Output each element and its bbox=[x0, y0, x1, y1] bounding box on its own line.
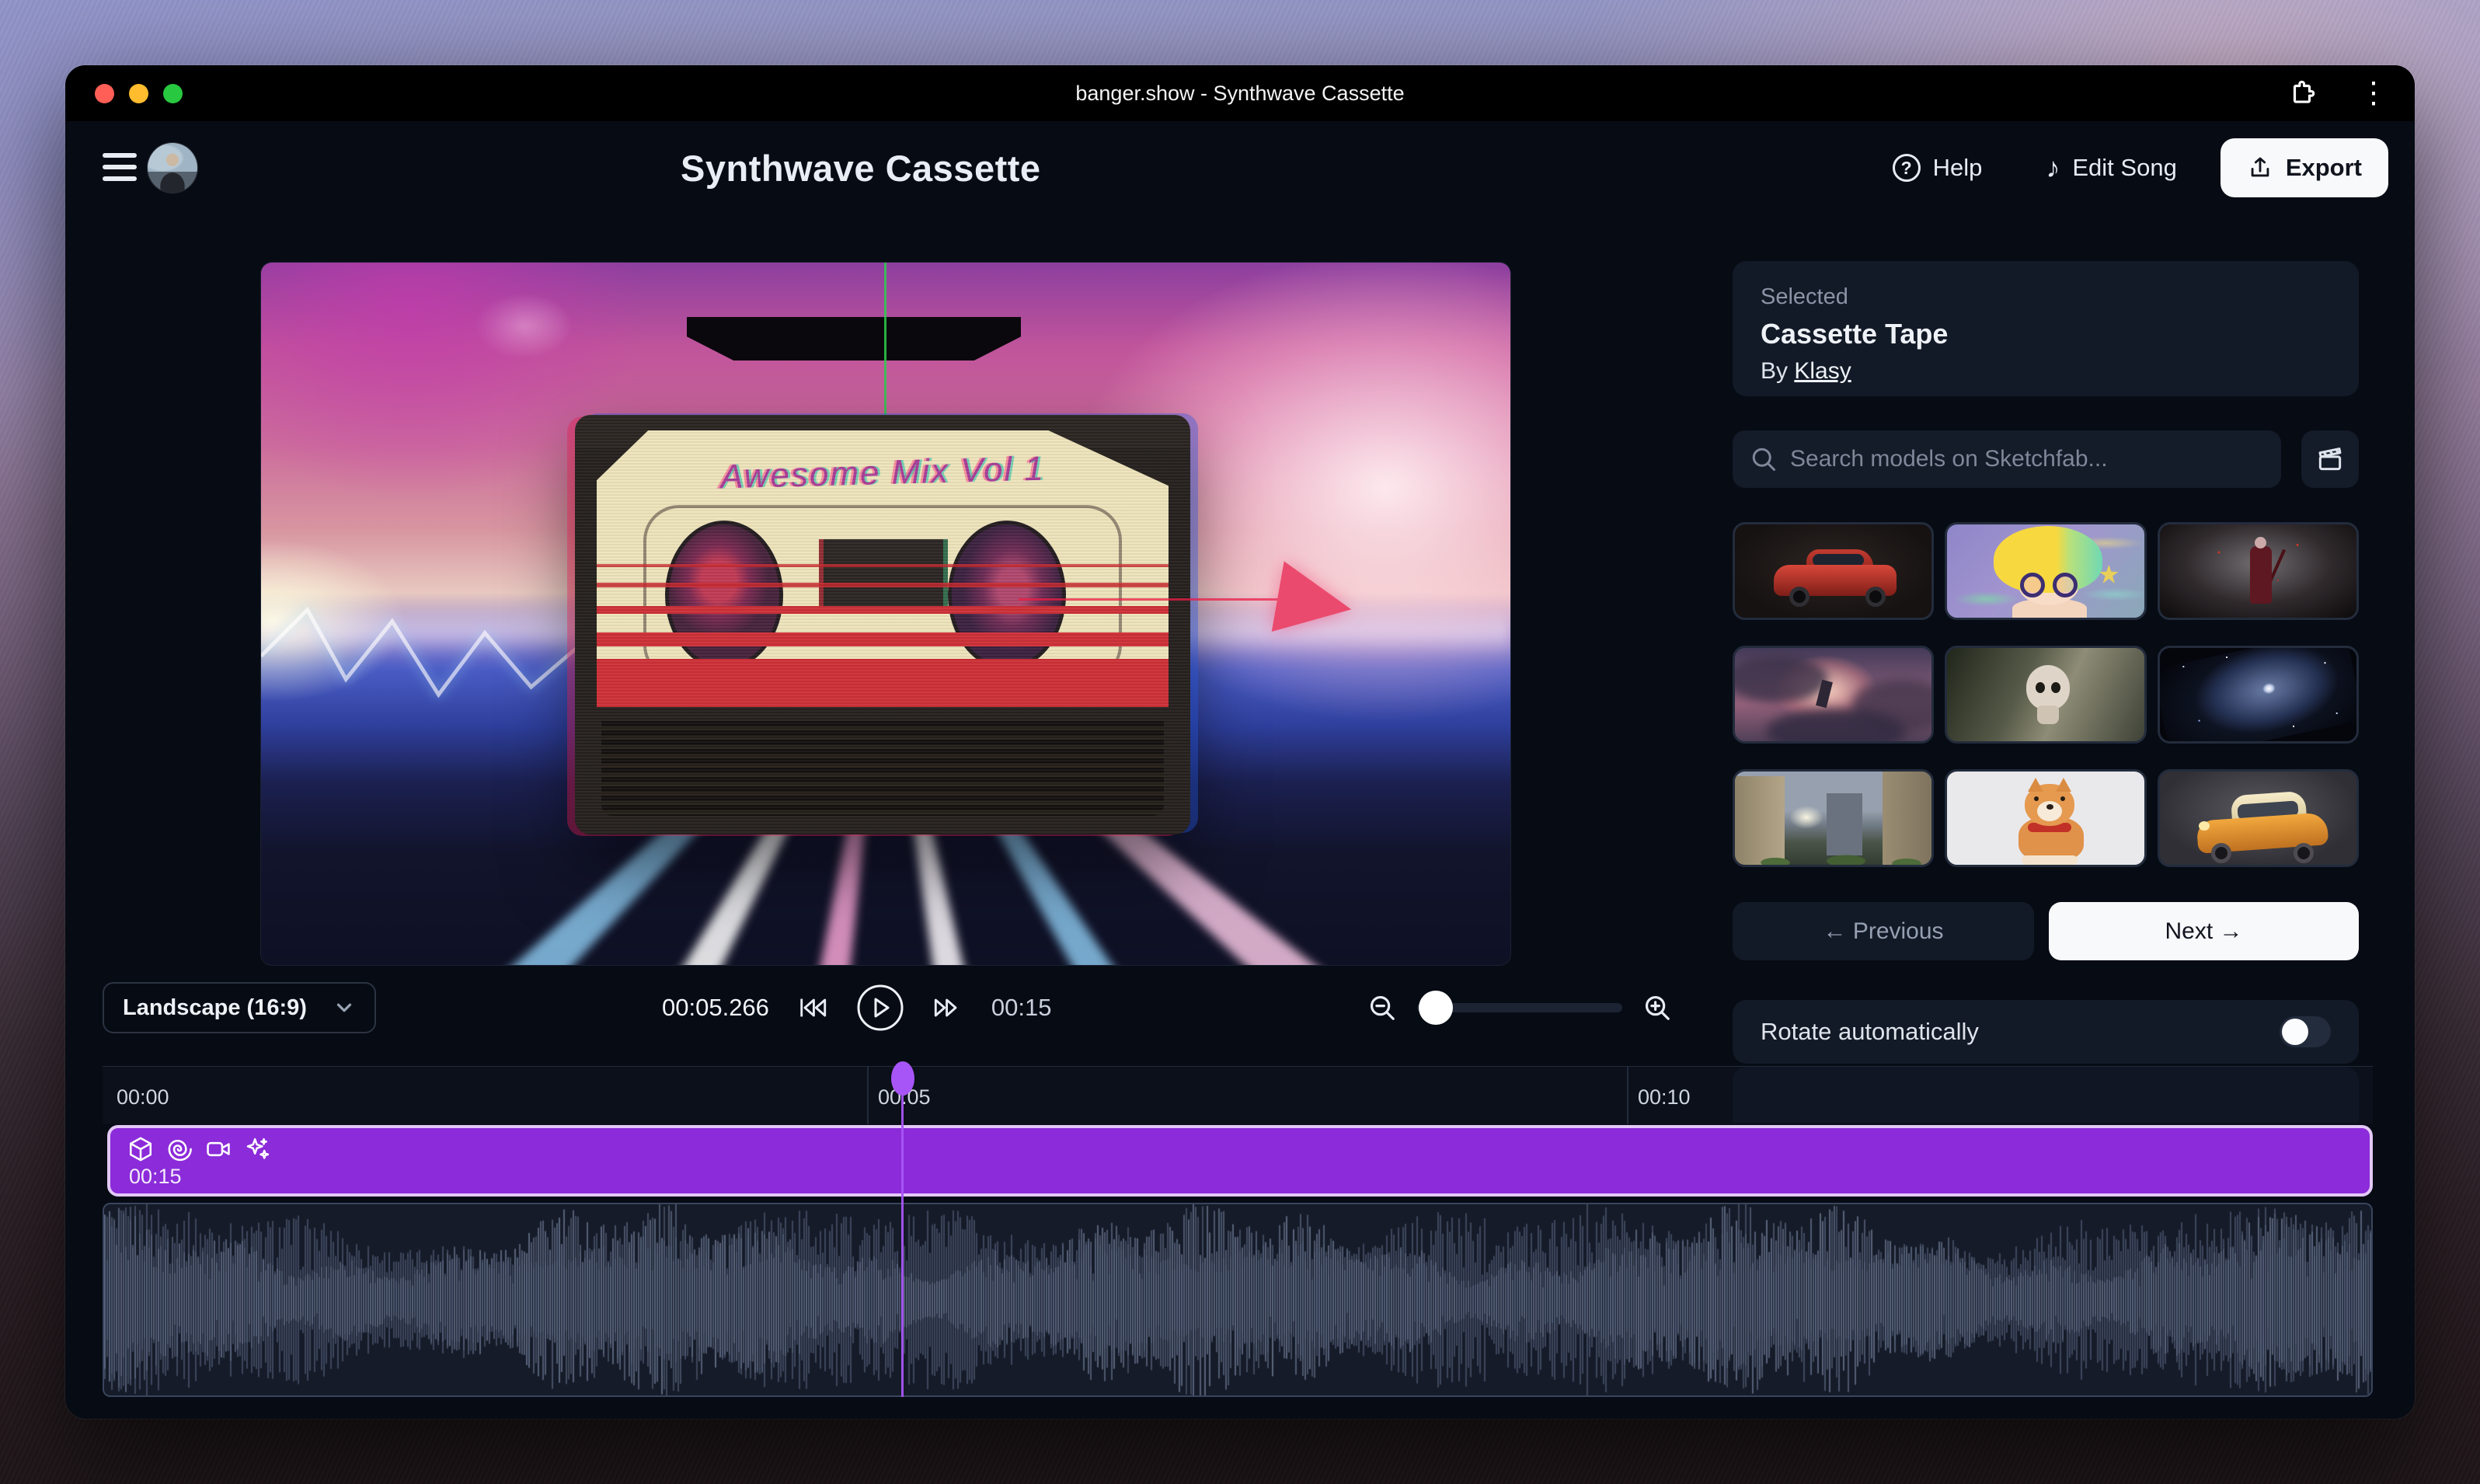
play-button[interactable] bbox=[856, 984, 904, 1032]
rewind-button[interactable] bbox=[797, 994, 828, 1022]
video-camera-icon bbox=[205, 1136, 232, 1162]
selected-label: Selected bbox=[1761, 284, 2331, 310]
ruler-tick: 00:00 bbox=[117, 1085, 169, 1110]
aspect-ratio-dropdown[interactable]: Landscape (16:9) bbox=[103, 982, 376, 1033]
model-thumbnail-ruined-city[interactable] bbox=[1733, 769, 1934, 867]
app-header: Synthwave Cassette ? Help ♪ Edit Song Ex… bbox=[65, 121, 2415, 214]
fast-forward-button[interactable] bbox=[932, 994, 963, 1022]
sparkles-icon bbox=[244, 1136, 270, 1162]
rotate-label: Rotate automatically bbox=[1761, 1018, 1979, 1046]
help-button[interactable]: ? Help bbox=[1872, 140, 2003, 196]
zoom-in-icon[interactable] bbox=[1642, 993, 1672, 1022]
model-thumbnail-clouds-airship[interactable] bbox=[1733, 646, 1934, 744]
transport-controls: 00:05.266 00:15 bbox=[662, 982, 1052, 1033]
cassette-model: Awesome Mix Vol 1 bbox=[575, 415, 1190, 834]
red-cone-arrow bbox=[1272, 561, 1358, 644]
search-row bbox=[1733, 430, 2359, 488]
edit-song-button[interactable]: ♪ Edit Song bbox=[2025, 138, 2196, 198]
green-scan-line bbox=[884, 263, 886, 420]
model-thumbnail-shiba-dog[interactable] bbox=[1945, 769, 2146, 867]
red-arrow-line bbox=[1019, 598, 1287, 601]
export-button[interactable]: Export bbox=[2221, 138, 2388, 197]
my-uploads-button[interactable] bbox=[2301, 430, 2359, 488]
author-link[interactable]: Klasy bbox=[1794, 358, 1851, 384]
titlebar: banger.show - Synthwave Cassette ⋮ bbox=[65, 65, 2415, 121]
model-thumbnail-vintage-orange-car[interactable] bbox=[2158, 769, 2359, 867]
model-thumbnail-dark-fantasy-figure[interactable] bbox=[2158, 522, 2359, 620]
selected-model-card: Selected Cassette Tape By Klasy bbox=[1733, 261, 2359, 396]
clip-duration-label: 00:15 bbox=[129, 1165, 182, 1189]
total-duration: 00:15 bbox=[991, 994, 1052, 1022]
toggle-knob bbox=[2282, 1019, 2308, 1045]
menu-icon[interactable] bbox=[103, 149, 137, 185]
previous-button[interactable]: ← Previous bbox=[1733, 902, 2034, 960]
model-byline: By Klasy bbox=[1761, 358, 2331, 385]
model-thumbnail-skull[interactable] bbox=[1945, 646, 2146, 744]
playhead[interactable] bbox=[890, 1058, 915, 1399]
timeline-zoom-controls bbox=[1367, 982, 1672, 1033]
zoom-out-icon[interactable] bbox=[1367, 993, 1397, 1022]
vhs-noise bbox=[575, 415, 1190, 834]
background-silhouette bbox=[687, 317, 1021, 361]
selected-model-name: Cassette Tape bbox=[1761, 318, 2331, 350]
right-arrow-icon: → bbox=[2220, 918, 2243, 944]
model-thumbnail-red-sports-car[interactable] bbox=[1733, 522, 1934, 620]
model-sidebar: Selected Cassette Tape By Klasy bbox=[1733, 261, 2359, 1123]
ruler-tick: 00:10 bbox=[1638, 1085, 1691, 1110]
timeline-clip[interactable]: 00:15 bbox=[107, 1125, 2373, 1197]
model-thumbnail-spiral-galaxy[interactable] bbox=[2158, 646, 2359, 744]
zoom-slider-knob[interactable] bbox=[1419, 991, 1453, 1025]
current-time: 00:05.266 bbox=[662, 994, 769, 1022]
extensions-icon[interactable] bbox=[2287, 78, 2317, 108]
cube-icon bbox=[127, 1136, 154, 1162]
next-button[interactable]: Next → bbox=[2049, 902, 2359, 960]
chevron-down-icon bbox=[333, 996, 356, 1019]
page-title: Synthwave Cassette bbox=[681, 121, 1041, 214]
export-icon bbox=[2247, 155, 2273, 181]
avatar[interactable] bbox=[148, 143, 197, 193]
search-input[interactable] bbox=[1733, 430, 2281, 488]
music-note-icon: ♪ bbox=[2046, 152, 2060, 184]
rotate-card: Rotate automatically bbox=[1733, 1000, 2359, 1064]
model-grid bbox=[1733, 522, 2359, 867]
app-window: banger.show - Synthwave Cassette ⋮ Synth… bbox=[65, 65, 2415, 1419]
left-arrow-icon: ← bbox=[1823, 918, 1846, 944]
model-thumbnail-anime-girl[interactable] bbox=[1945, 522, 2146, 620]
next-section-card bbox=[1733, 1067, 2359, 1123]
clapperboard-icon bbox=[2315, 444, 2345, 474]
help-icon: ? bbox=[1893, 154, 1921, 182]
spiral-icon bbox=[166, 1136, 193, 1162]
browser-menu-icon[interactable]: ⋮ bbox=[2359, 78, 2388, 108]
preview-viewport[interactable]: Awesome Mix Vol 1 bbox=[261, 263, 1510, 965]
playhead-line bbox=[901, 1089, 904, 1397]
pager: ← Previous Next → bbox=[1733, 902, 2359, 960]
rotate-toggle[interactable] bbox=[2280, 1016, 2331, 1047]
clip-icons bbox=[127, 1136, 270, 1162]
audio-waveform[interactable] bbox=[103, 1203, 2373, 1397]
window-title: banger.show - Synthwave Cassette bbox=[65, 65, 2415, 121]
zoom-slider[interactable] bbox=[1417, 1003, 1622, 1012]
